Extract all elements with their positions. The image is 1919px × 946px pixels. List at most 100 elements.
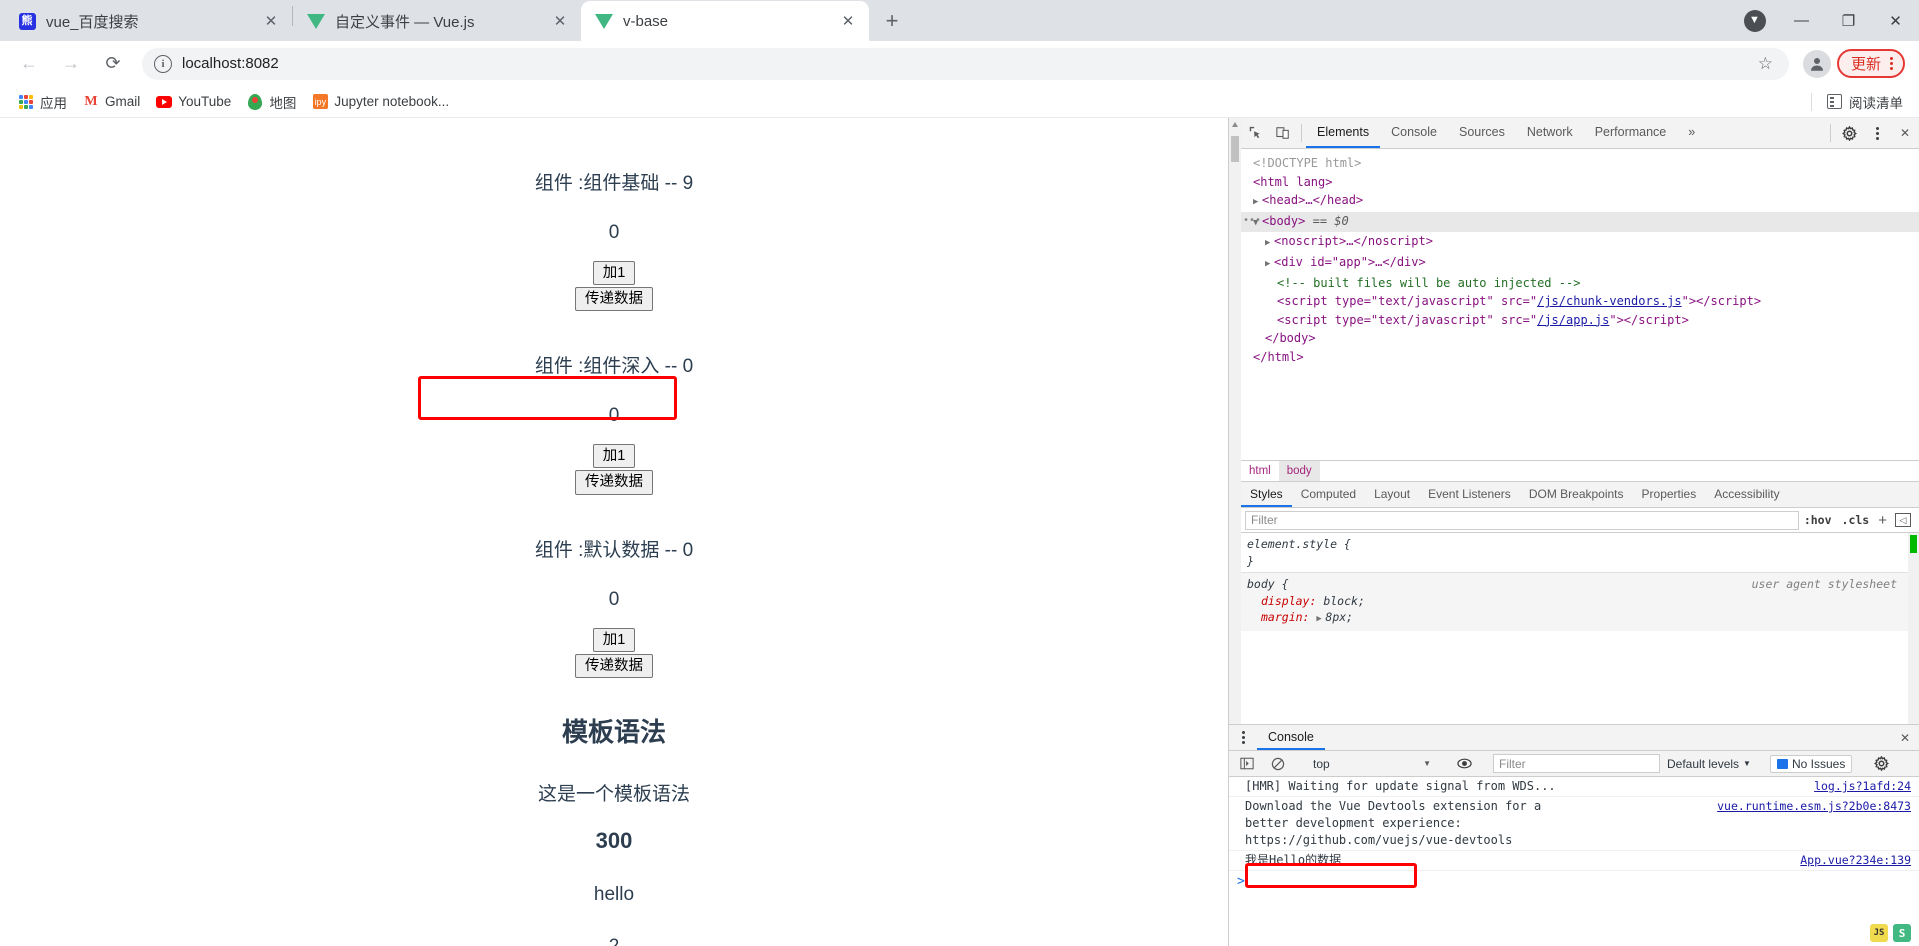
dom-tree[interactable]: <!DOCTYPE html> <html lang> <head>…</hea… xyxy=(1241,149,1919,461)
breadcrumb-item-body[interactable]: body xyxy=(1278,460,1320,482)
close-icon[interactable]: ✕ xyxy=(260,10,282,32)
console-prompt[interactable]: > xyxy=(1229,871,1919,892)
tab-computed[interactable]: Computed xyxy=(1292,482,1365,507)
rule-body-ua[interactable]: user agent stylesheet body { display: bl… xyxy=(1241,572,1919,631)
breadcrumb-item-html[interactable]: html xyxy=(1241,461,1279,482)
back-icon[interactable]: ← xyxy=(13,48,45,80)
js-badge[interactable]: JS xyxy=(1870,924,1888,942)
close-drawer-icon[interactable]: ✕ xyxy=(1891,725,1919,750)
styles-scrollbar[interactable] xyxy=(1908,533,1919,724)
tab-performance[interactable]: Performance xyxy=(1584,118,1678,148)
add-one-button[interactable]: 加1 xyxy=(592,261,636,286)
dom-line-script-1[interactable]: <script type="text/javascript" src="/js/… xyxy=(1241,292,1919,311)
bookmark-maps[interactable]: 地图 xyxy=(239,89,304,115)
close-icon[interactable]: ✕ xyxy=(837,10,859,32)
styles-pane[interactable]: element.style { } user agent stylesheet … xyxy=(1241,533,1919,724)
drawer-tab-console[interactable]: Console xyxy=(1257,725,1325,750)
toggle-sidebar-icon[interactable]: ◁ xyxy=(1895,513,1911,528)
chevron-right-icon[interactable] xyxy=(1253,193,1262,212)
reload-icon[interactable]: ⟳ xyxy=(97,48,129,80)
tab-accessibility[interactable]: Accessibility xyxy=(1705,482,1788,507)
property-value[interactable]: block; xyxy=(1323,594,1365,608)
scrollbar-thumb[interactable] xyxy=(1910,535,1917,554)
console-message-list[interactable]: [HMR] Waiting for update signal from WDS… xyxy=(1229,777,1919,946)
console-sidebar-icon[interactable] xyxy=(1233,757,1261,770)
pass-data-button[interactable]: 传递数据 xyxy=(575,470,653,495)
log-levels-select[interactable]: Default levels ▼ xyxy=(1663,757,1755,771)
console-filter-input[interactable] xyxy=(1493,754,1660,773)
dom-line-script-2[interactable]: <script type="text/javascript" src="/js/… xyxy=(1241,311,1919,330)
dom-line-html[interactable]: <html lang> xyxy=(1241,173,1919,192)
forward-icon[interactable]: → xyxy=(55,48,87,80)
avatar[interactable] xyxy=(1802,49,1831,78)
inspect-element-icon[interactable] xyxy=(1241,118,1269,148)
hov-toggle[interactable]: :hov xyxy=(1799,513,1837,527)
chevron-right-icon[interactable] xyxy=(1265,234,1274,253)
tab-styles[interactable]: Styles xyxy=(1241,482,1292,508)
browser-tab-2[interactable]: v-base ✕ xyxy=(581,1,869,41)
console-message[interactable]: [HMR] Waiting for update signal from WDS… xyxy=(1229,777,1919,797)
browser-tab-0[interactable]: 熊 vue_百度搜索 ✕ xyxy=(4,1,292,41)
execution-context-select[interactable]: top ▼ xyxy=(1307,757,1435,771)
kebab-menu-icon[interactable] xyxy=(1863,118,1891,148)
device-toolbar-icon[interactable] xyxy=(1269,118,1297,148)
tab-elements[interactable]: Elements xyxy=(1306,118,1381,148)
gear-icon[interactable] xyxy=(1867,756,1895,771)
gear-icon[interactable] xyxy=(1835,118,1863,148)
live-expression-icon[interactable] xyxy=(1450,756,1478,771)
dom-line-noscript[interactable]: <noscript>…</noscript> xyxy=(1241,232,1919,253)
close-devtools-icon[interactable]: ✕ xyxy=(1891,118,1919,148)
reading-list-button[interactable]: 阅读清单 xyxy=(1811,92,1909,112)
tab-network[interactable]: Network xyxy=(1516,118,1584,148)
info-icon[interactable]: i xyxy=(154,54,172,73)
bookmark-apps[interactable]: 应用 xyxy=(10,89,75,115)
clear-console-icon[interactable] xyxy=(1264,757,1292,771)
more-tabs-icon[interactable]: » xyxy=(1677,118,1706,148)
source-link[interactable]: vue.runtime.esm.js?2b0e:8473 xyxy=(1717,798,1911,849)
dom-line-head[interactable]: <head>…</head> xyxy=(1241,191,1919,212)
script-src-link[interactable]: /js/chunk-vendors.js xyxy=(1537,294,1682,308)
update-button[interactable]: 更新 xyxy=(1836,49,1905,78)
bookmark-gmail[interactable]: M Gmail xyxy=(75,91,148,113)
tab-layout[interactable]: Layout xyxy=(1365,482,1419,507)
property-value[interactable]: 8px; xyxy=(1325,610,1353,624)
minimize-button[interactable]: — xyxy=(1778,4,1825,38)
add-one-button[interactable]: 加1 xyxy=(592,627,636,652)
bookmark-jupyter[interactable]: ipy Jupyter notebook... xyxy=(304,91,457,113)
console-message[interactable]: Download the Vue Devtools extension for … xyxy=(1229,797,1919,851)
add-one-button[interactable]: 加1 xyxy=(592,444,636,469)
chevron-down-icon[interactable]: ▼ xyxy=(1743,759,1751,768)
vue-badge[interactable]: S xyxy=(1893,924,1911,942)
tab-properties[interactable]: Properties xyxy=(1633,482,1706,507)
close-window-button[interactable]: ✕ xyxy=(1872,4,1919,38)
new-tab-button[interactable]: + xyxy=(875,4,909,38)
new-style-rule-button[interactable]: + xyxy=(1874,512,1891,529)
tab-sources[interactable]: Sources xyxy=(1448,118,1516,148)
pass-data-button[interactable]: 传递数据 xyxy=(575,653,653,678)
kebab-menu-icon[interactable] xyxy=(1229,725,1257,750)
tab-dom-breakpoints[interactable]: DOM Breakpoints xyxy=(1520,482,1633,507)
dom-line-div-app[interactable]: <div id="app">…</div> xyxy=(1241,253,1919,274)
address-bar[interactable]: i localhost:8082 ☆ xyxy=(142,47,1789,80)
maximize-button[interactable]: ❐ xyxy=(1825,4,1872,38)
source-link[interactable]: App.vue?234e:139 xyxy=(1800,852,1911,869)
tab-console[interactable]: Console xyxy=(1380,118,1448,148)
more-options-icon[interactable]: ••• xyxy=(1243,212,1261,231)
issues-status-badge[interactable]: No Issues xyxy=(1769,754,1853,773)
kebab-menu-icon[interactable] xyxy=(1888,55,1895,72)
pass-data-button[interactable]: 传递数据 xyxy=(575,287,653,312)
dom-line-body[interactable]: ••• <body> == $0 xyxy=(1241,211,1919,233)
rule-element-style[interactable]: element.style { } xyxy=(1241,533,1919,572)
script-src-link[interactable]: /js/app.js xyxy=(1537,313,1609,327)
bookmark-star-icon[interactable]: ☆ xyxy=(1754,54,1777,74)
chevron-right-icon[interactable] xyxy=(1265,255,1274,274)
source-link[interactable]: log.js?1afd:24 xyxy=(1814,778,1911,795)
cls-toggle[interactable]: .cls xyxy=(1837,513,1875,527)
chevron-down-icon[interactable]: ▼ xyxy=(1423,759,1435,768)
console-message[interactable]: 我是Hello的数据 App.vue?234e:139 xyxy=(1229,851,1919,871)
tab-event-listeners[interactable]: Event Listeners xyxy=(1419,482,1520,507)
scrollbar-thumb[interactable] xyxy=(1231,136,1239,162)
download-icon[interactable]: ▼ xyxy=(1731,4,1778,38)
bookmark-youtube[interactable]: YouTube xyxy=(148,91,239,113)
browser-tab-1[interactable]: 自定义事件 — Vue.js ✕ xyxy=(293,1,581,41)
